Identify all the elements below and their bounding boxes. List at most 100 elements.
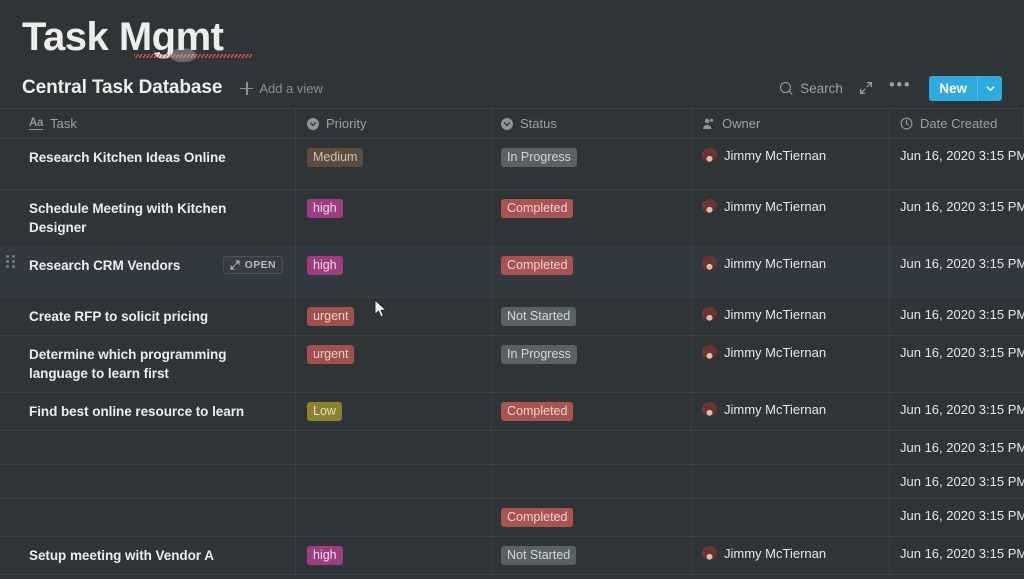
- table-row[interactable]: Jun 16, 2020 3:15 PM: [0, 465, 1024, 499]
- column-header-date-created[interactable]: Date Created: [890, 109, 1024, 138]
- row-drag-handle[interactable]: [6, 255, 16, 269]
- expand-view-button[interactable]: [851, 76, 881, 100]
- cell-owner[interactable]: Jimmy McTiernan: [692, 247, 890, 297]
- cell-task[interactable]: [0, 499, 296, 536]
- cell-task[interactable]: Setup meeting with Vendor A: [0, 537, 296, 574]
- table-row[interactable]: Create RFP to solicit pricing urgent Not S…: [0, 298, 1024, 336]
- cell-date-created[interactable]: Jun 16, 2020 3:15 PM: [890, 298, 1024, 335]
- cell-date-created[interactable]: Jun 16, 2020 3:15 PM: [890, 139, 1024, 189]
- cell-date-created[interactable]: Jun 16, 2020 3:15 PM: [890, 465, 1024, 498]
- add-view-button[interactable]: Add a view: [240, 81, 323, 96]
- new-row-button[interactable]: New: [0, 575, 1024, 579]
- column-header-status[interactable]: Status: [492, 109, 692, 138]
- date-created-value: Jun 16, 2020 3:15 PM: [900, 256, 1024, 271]
- cell-priority[interactable]: Low: [296, 393, 492, 430]
- column-header-owner[interactable]: Owner: [692, 109, 890, 138]
- cell-priority[interactable]: [296, 431, 492, 464]
- avatar: [702, 256, 717, 271]
- cell-status[interactable]: Completed: [492, 247, 692, 297]
- cell-date-created[interactable]: Jun 16, 2020 3:15 PM: [890, 537, 1024, 574]
- search-button[interactable]: Search: [772, 77, 851, 100]
- cell-status[interactable]: [492, 465, 692, 498]
- column-header-task[interactable]: Aa Task: [0, 109, 296, 138]
- cell-task[interactable]: [0, 465, 296, 498]
- table-row[interactable]: Completed Jun 16, 2020 3:15 PM: [0, 499, 1024, 537]
- new-button-dropdown[interactable]: [977, 75, 1002, 101]
- cell-owner[interactable]: Jimmy McTiernan: [692, 190, 890, 246]
- cell-owner[interactable]: [692, 431, 890, 464]
- date-created-value: Jun 16, 2020 3:15 PM: [900, 402, 1024, 417]
- table-row[interactable]: Research Kitchen Ideas Online Medium In Pr…: [0, 139, 1024, 190]
- cell-task[interactable]: Determine which programming language to …: [0, 336, 296, 392]
- task-title: Determine which programming language to …: [29, 347, 227, 381]
- database-title[interactable]: Central Task Database: [22, 77, 222, 99]
- expand-icon: [230, 260, 240, 270]
- new-button[interactable]: New: [929, 75, 1002, 101]
- cell-owner[interactable]: Jimmy McTiernan: [692, 139, 890, 189]
- cell-owner[interactable]: [692, 499, 890, 536]
- page-title[interactable]: Task Mgmt: [22, 14, 252, 62]
- cell-status[interactable]: Completed: [492, 499, 692, 536]
- column-header-priority[interactable]: Priority: [296, 109, 492, 138]
- cell-priority[interactable]: high: [296, 537, 492, 574]
- cell-status[interactable]: Not Started: [492, 298, 692, 335]
- table-header-row: Aa Task Priority Status Owner Date Created: [0, 109, 1024, 139]
- task-title: Research Kitchen Ideas Online: [29, 150, 226, 165]
- avatar: [702, 148, 717, 163]
- cell-owner[interactable]: Jimmy McTiernan: [692, 336, 890, 392]
- cell-owner[interactable]: Jimmy McTiernan: [692, 393, 890, 430]
- cell-task[interactable]: Create RFP to solicit pricing: [0, 298, 296, 335]
- cell-owner[interactable]: [692, 465, 890, 498]
- cell-task[interactable]: Schedule Meeting with Kitchen Designer: [0, 190, 296, 246]
- table-row[interactable]: Find best online resource to learn Low Com…: [0, 393, 1024, 431]
- priority-tag: Medium: [307, 148, 364, 167]
- table-row[interactable]: Jun 16, 2020 3:15 PM: [0, 431, 1024, 465]
- table-row[interactable]: Determine which programming language to …: [0, 336, 1024, 393]
- cell-priority[interactable]: urgent: [296, 336, 492, 392]
- cell-task[interactable]: Research CRM Vendors OPEN: [0, 247, 296, 297]
- cell-task[interactable]: Find best online resource to learn: [0, 393, 296, 430]
- cell-status[interactable]: In Progress: [492, 139, 692, 189]
- cell-date-created[interactable]: Jun 16, 2020 3:15 PM: [890, 247, 1024, 297]
- plus-icon: [240, 81, 254, 95]
- cell-date-created[interactable]: Jun 16, 2020 3:15 PM: [890, 499, 1024, 536]
- more-options-button[interactable]: •••: [881, 76, 919, 100]
- owner-chip: Jimmy McTiernan: [702, 402, 826, 417]
- new-button-label: New: [939, 80, 967, 96]
- search-icon: [780, 81, 793, 95]
- cell-priority[interactable]: [296, 465, 492, 498]
- avatar: [702, 307, 717, 322]
- table-row[interactable]: Research CRM Vendors OPEN high Completed Jim…: [0, 247, 1024, 298]
- cell-status[interactable]: Completed: [492, 393, 692, 430]
- person-icon: [703, 118, 714, 129]
- cell-priority[interactable]: Medium: [296, 139, 492, 189]
- cell-task[interactable]: Research Kitchen Ideas Online: [0, 139, 296, 189]
- cell-date-created[interactable]: Jun 16, 2020 3:15 PM: [890, 431, 1024, 464]
- table-row[interactable]: Schedule Meeting with Kitchen Designer hi…: [0, 190, 1024, 247]
- task-title: Create RFP to solicit pricing: [29, 309, 209, 324]
- search-label: Search: [800, 80, 843, 96]
- cell-priority[interactable]: urgent: [296, 298, 492, 335]
- cell-status[interactable]: Completed: [492, 190, 692, 246]
- open-row-button[interactable]: OPEN: [222, 256, 283, 274]
- table-row[interactable]: Setup meeting with Vendor A high Not Start…: [0, 537, 1024, 575]
- status-tag: Completed: [501, 508, 574, 527]
- owner-chip: Jimmy McTiernan: [702, 546, 826, 561]
- cell-owner[interactable]: Jimmy McTiernan: [692, 298, 890, 335]
- cell-date-created[interactable]: Jun 16, 2020 3:15 PM: [890, 190, 1024, 246]
- text-caret-highlight: [170, 48, 196, 62]
- cell-owner[interactable]: Jimmy McTiernan: [692, 537, 890, 574]
- status-tag: In Progress: [501, 345, 577, 364]
- text-type-icon: Aa: [29, 116, 44, 130]
- cell-status[interactable]: Not Started: [492, 537, 692, 574]
- expand-icon: [859, 81, 872, 95]
- cell-priority[interactable]: [296, 499, 492, 536]
- cell-date-created[interactable]: Jun 16, 2020 3:15 PM: [890, 393, 1024, 430]
- cell-date-created[interactable]: Jun 16, 2020 3:15 PM: [890, 336, 1024, 392]
- cell-status[interactable]: In Progress: [492, 336, 692, 392]
- cell-priority[interactable]: high: [296, 190, 492, 246]
- priority-tag: high: [307, 256, 343, 275]
- cell-priority[interactable]: high: [296, 247, 492, 297]
- cell-status[interactable]: [492, 431, 692, 464]
- cell-task[interactable]: [0, 431, 296, 464]
